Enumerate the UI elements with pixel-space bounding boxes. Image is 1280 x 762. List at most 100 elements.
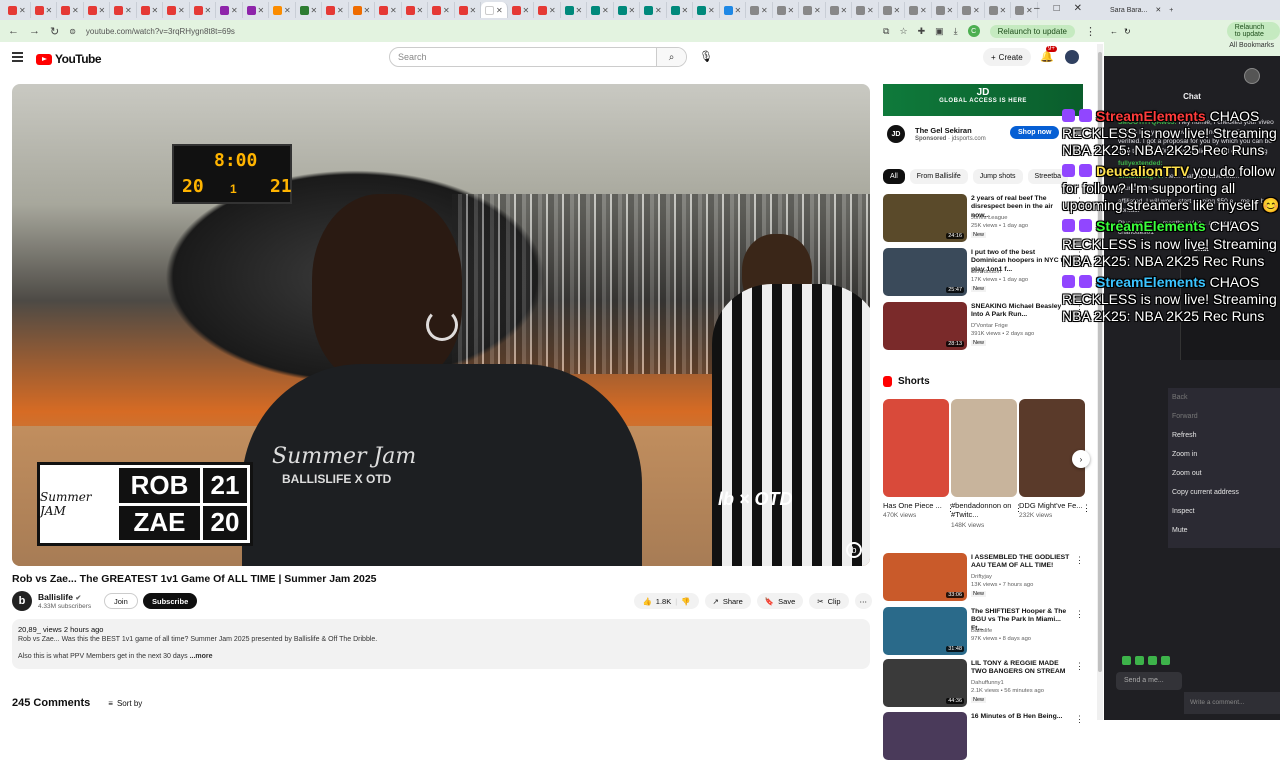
video-thumbnail[interactable]: 25:47 [883, 248, 967, 296]
tab-close-icon[interactable]: ✕ [841, 6, 848, 15]
reload-icon[interactable]: ↻ [50, 25, 59, 38]
youtube-logo[interactable]: YouTube [36, 52, 102, 66]
bookmark-star-icon[interactable]: ☆ [899, 26, 907, 37]
extensions-icon[interactable]: ✚ [918, 26, 926, 37]
tab-close-icon[interactable]: ✕ [523, 6, 530, 15]
ad-banner[interactable]: JD GLOBAL ACCESS IS HERE [883, 84, 1083, 116]
recommended-video[interactable]: 44:36 LIL TONY & REGGIE MADE TWO BANGERS … [883, 659, 1093, 709]
ad-advertiser-logo[interactable]: JD [887, 125, 905, 143]
browser-tab[interactable]: ✕ [296, 2, 322, 18]
tab-close-icon[interactable]: ✕ [178, 6, 185, 15]
minimize-icon[interactable]: – [1034, 3, 1040, 14]
browser-tab[interactable]: ✕ [587, 2, 614, 18]
context-menu-item[interactable]: Forward [1168, 407, 1280, 426]
dislike-icon[interactable]: 👎 [681, 597, 690, 606]
filter-chip[interactable]: All [883, 169, 905, 184]
profile-avatar[interactable]: C [967, 25, 980, 37]
browser-tab[interactable]: ✕ [985, 2, 1011, 18]
search-box[interactable]: Search ⌕ [389, 47, 687, 67]
more-options-icon[interactable]: ⋮ [1075, 609, 1084, 620]
share-button[interactable]: ↗ Share [704, 593, 751, 609]
tab-close-icon[interactable]: ✕ [682, 6, 689, 15]
browser-tab[interactable]: ✕ [561, 2, 587, 18]
browser-tab[interactable]: ✕ [826, 2, 852, 18]
like-count[interactable]: 1.8K [656, 597, 671, 606]
browser-tab[interactable]: ✕ [110, 2, 137, 18]
tab-close-icon[interactable]: ✕ [417, 6, 424, 15]
tab-close-icon[interactable]: ✕ [814, 6, 821, 15]
browser-tab[interactable]: ✕ [375, 2, 402, 18]
browser-tab[interactable]: ✕ [4, 2, 31, 18]
save-button[interactable]: 🔖 Save [756, 593, 804, 609]
browser-tab[interactable]: ✕ [243, 2, 269, 18]
downloads-icon[interactable]: ⤓ [954, 26, 958, 37]
browser-tab[interactable]: ✕ [958, 2, 985, 18]
tab-close-icon[interactable]: ✕ [390, 6, 397, 15]
address-bar[interactable]: youtube.com/watch?v=3rqRHygn8t8t=69s [86, 27, 873, 36]
video-thumbnail[interactable]: 33:06 [883, 553, 967, 601]
tab-close-icon[interactable]: ✕ [337, 6, 344, 15]
context-menu-item[interactable]: Zoom out [1168, 464, 1280, 483]
tab-close-icon[interactable]: ✕ [735, 6, 742, 15]
browser-tab[interactable]: ✕ [57, 2, 84, 18]
hamburger-menu-icon[interactable] [12, 52, 23, 64]
browser-tab[interactable]: ✕ [534, 2, 561, 18]
description-box[interactable]: 20,89_ views 2 hours ago Rob vs Zae... W… [12, 619, 870, 669]
recommended-channel[interactable]: Dahuffunny1 [971, 680, 1004, 686]
context-menu-item[interactable]: Zoom in [1168, 445, 1280, 464]
like-icon[interactable]: 👍 [642, 597, 651, 606]
recommended-title[interactable]: 16 Minutes of B Hen Being... [971, 713, 1071, 721]
filter-chip[interactable]: Jump shots [972, 169, 1023, 184]
context-menu-item[interactable]: Refresh [1168, 426, 1280, 445]
join-button[interactable]: Join [104, 593, 138, 609]
channel-watermark-icon[interactable]: b [846, 542, 862, 558]
close-icon[interactable]: ✕ [1074, 3, 1082, 14]
send-message-input[interactable]: Send a me... [1116, 672, 1182, 690]
mic-icon[interactable]: 🎙 [699, 50, 713, 63]
clip-button[interactable]: ✂ Clip [809, 593, 849, 609]
browser-tab[interactable]: ✕ [455, 2, 481, 18]
tab-close-icon[interactable]: ✕ [629, 6, 636, 15]
sort-by-button[interactable]: ≡ Sort by [108, 699, 142, 708]
tab-close-icon[interactable]: ✕ [920, 6, 927, 15]
short-thumbnail[interactable] [1019, 399, 1085, 497]
tab-close-icon[interactable]: ✕ [72, 6, 79, 15]
install-icon[interactable]: ⧉ [883, 26, 889, 37]
tab-close-icon[interactable]: ✕ [496, 6, 503, 15]
video-player[interactable]: 8:00 20 1 21 Summer Jam BALLISLIFE X OTD… [12, 84, 870, 566]
short-card[interactable]: Has One Piece ... 470K views ⋮ [883, 399, 955, 519]
tab-close-icon[interactable]: ✕ [549, 6, 556, 15]
tab-close-icon[interactable]: ✕ [894, 6, 901, 15]
browser-tab[interactable]: ✕ [428, 2, 455, 18]
browser-tab[interactable]: ✕ [879, 2, 905, 18]
tab-close-icon[interactable]: ✕ [1026, 6, 1033, 15]
tab-close-icon[interactable]: ✕ [284, 6, 291, 15]
more-options-icon[interactable]: ⋮ [1075, 661, 1084, 672]
tab-close-icon[interactable]: ✕ [602, 6, 609, 15]
browser-tab[interactable]: ✕ [349, 2, 375, 18]
recommended-video[interactable]: 33:06 I ASSEMBLED THE GODLIEST AAU TEAM O… [883, 553, 1093, 603]
recommended-channel[interactable]: Ballislife [971, 628, 992, 634]
search-input[interactable]: Search [390, 52, 656, 62]
account-avatar[interactable] [1065, 50, 1079, 64]
relaunch-button[interactable]: Relaunch to update [989, 24, 1075, 38]
notifications-bell-icon[interactable]: 🔔 9+ [1040, 46, 1057, 63]
browser-tab[interactable]: ✕ [852, 2, 879, 18]
channel-avatar[interactable]: b [12, 591, 32, 611]
ad-title[interactable]: The Gel Sekiran [915, 126, 972, 135]
search-icon[interactable]: ⌕ [656, 48, 686, 66]
browser-tab[interactable]: ✕ [667, 2, 693, 18]
streamer-avatar[interactable] [1244, 68, 1260, 84]
tab-close-icon[interactable]: ✕ [788, 6, 795, 15]
browser-tab[interactable]: ✕ [322, 2, 349, 18]
short-card[interactable]: #bendadonnon on #Twitc... 148K views ⋮ [951, 399, 1023, 529]
write-comment-input[interactable]: Write a comment... [1184, 692, 1280, 714]
side-tab-close-icon[interactable]: ✕ [1155, 6, 1161, 14]
side-back-icon[interactable]: ← [1110, 27, 1118, 36]
tab-close-icon[interactable]: ✕ [231, 6, 238, 15]
browser-tab[interactable]: ✕ [508, 2, 534, 18]
filter-chip[interactable]: From Ballislife [909, 169, 968, 184]
shorts-next-button[interactable]: › [1072, 450, 1090, 468]
side-reload-icon[interactable]: ↻ [1124, 27, 1131, 36]
recommended-channel[interactable]: D'Vontar Frige [971, 323, 1008, 329]
